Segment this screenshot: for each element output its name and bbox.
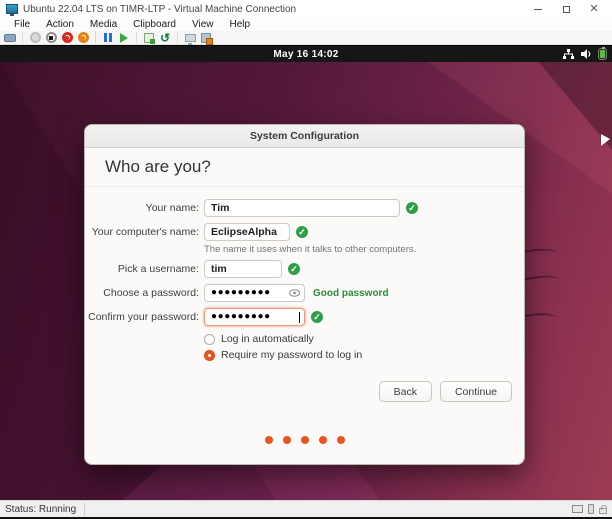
minimize-icon — [534, 8, 542, 10]
start-icon[interactable] — [29, 32, 41, 44]
page-dot — [300, 436, 309, 444]
require-password-label: Require my password to log in — [221, 349, 363, 361]
confirm-password-row: Confirm your password: ●●●●●●●●● ✓ — [85, 308, 524, 326]
login-options: Log in automatically Require my password… — [85, 333, 524, 361]
resume-icon[interactable] — [118, 32, 130, 44]
usb-icon — [588, 504, 594, 514]
login-automatic-label: Log in automatically — [221, 333, 314, 345]
save-state-icon[interactable] — [77, 32, 89, 44]
password-label: Choose a password: — [103, 287, 199, 299]
close-button[interactable]: ✕ — [580, 1, 608, 17]
display-icon — [572, 505, 583, 513]
window-title: Ubuntu 22.04 LTS on TIMR-LTP - Virtual M… — [23, 3, 297, 15]
computer-name-label: Your computer's name: — [91, 226, 199, 238]
menu-file[interactable]: File — [6, 19, 38, 30]
dialog-title: System Configuration — [249, 130, 360, 142]
name-input[interactable] — [204, 199, 400, 217]
password-row: Choose a password: ●●●●●●●●● Good passwo… — [85, 284, 524, 302]
username-input[interactable] — [204, 260, 282, 278]
vm-connection-icon — [6, 4, 18, 16]
require-password-option[interactable]: Require my password to log in — [204, 349, 524, 361]
password-strength-label: Good password — [313, 287, 389, 299]
ctrl-alt-del-icon[interactable] — [4, 32, 16, 44]
vm-screen: May 16 14:02 System Configuration Who ar… — [0, 45, 612, 500]
ubuntu-top-bar: May 16 14:02 — [0, 46, 612, 62]
system-configuration-dialog: System Configuration Who are you? Your n… — [84, 124, 525, 465]
menu-view[interactable]: View — [184, 19, 222, 30]
lock-icon — [599, 504, 607, 514]
text-caret — [299, 311, 300, 323]
maximize-icon — [562, 5, 570, 13]
status-separator — [84, 502, 86, 516]
valid-check-icon: ✓ — [311, 311, 323, 323]
toolbar-separator — [136, 32, 137, 43]
window-titlebar: Ubuntu 22.04 LTS on TIMR-LTP - Virtual M… — [0, 0, 612, 18]
confirm-password-dots: ●●●●●●●●● — [211, 312, 271, 322]
page-title: Who are you? — [105, 157, 211, 176]
valid-check-icon: ✓ — [296, 226, 308, 238]
username-label: Pick a username: — [117, 263, 199, 275]
valid-check-icon: ✓ — [406, 202, 418, 214]
password-dots: ●●●●●●●●● — [211, 288, 271, 298]
menu-help[interactable]: Help — [221, 19, 258, 30]
dialog-header: Who are you? — [85, 148, 524, 187]
status-text: Status: Running — [5, 503, 77, 515]
toolbar-separator — [22, 32, 23, 43]
name-row: Your name: ✓ — [85, 199, 524, 217]
toolbar: ↺ — [0, 31, 612, 45]
radio-unselected-icon[interactable] — [204, 333, 215, 345]
dialog-body: Your name: ✓ Your computer's name: ✓ The… — [85, 187, 524, 444]
close-icon: ✕ — [589, 2, 599, 15]
volume-icon — [581, 49, 591, 59]
confirm-password-input[interactable]: ●●●●●●●●● — [204, 308, 305, 326]
menu-action[interactable]: Action — [38, 19, 82, 30]
checkpoint-icon[interactable] — [143, 32, 155, 44]
name-label: Your name: — [145, 202, 199, 214]
valid-check-icon: ✓ — [288, 263, 300, 275]
toolbar-separator — [177, 32, 178, 43]
turn-off-icon[interactable] — [45, 32, 57, 44]
computer-name-row: Your computer's name: ✓ — [85, 223, 524, 241]
revert-icon[interactable]: ↺ — [159, 32, 171, 44]
continue-button[interactable]: Continue — [439, 381, 512, 402]
confirm-password-label: Confirm your password: — [88, 311, 199, 323]
pause-icon[interactable] — [102, 32, 114, 44]
settings-icon[interactable] — [200, 32, 212, 44]
back-button[interactable]: Back — [378, 381, 432, 402]
hyperv-window: Ubuntu 22.04 LTS on TIMR-LTP - Virtual M… — [0, 0, 612, 519]
mouse-cursor — [601, 134, 610, 146]
reveal-password-eye-icon[interactable] — [289, 289, 300, 297]
dialog-buttons: Back Continue — [85, 381, 524, 402]
page-dot — [264, 436, 273, 444]
battery-icon — [599, 47, 606, 59]
page-indicator — [85, 436, 524, 444]
computer-name-input[interactable] — [204, 223, 290, 241]
enhanced-session-icon[interactable] — [184, 32, 196, 44]
status-bar: Status: Running — [0, 500, 612, 517]
clock[interactable]: May 16 14:02 — [273, 49, 338, 60]
menu-bar: File Action Media Clipboard View Help — [0, 18, 612, 31]
shut-down-icon[interactable] — [61, 32, 73, 44]
dialog-titlebar[interactable]: System Configuration — [85, 125, 524, 148]
system-tray[interactable] — [563, 46, 606, 62]
maximize-button[interactable] — [552, 1, 580, 17]
password-input[interactable]: ●●●●●●●●● — [204, 284, 305, 302]
toolbar-separator — [95, 32, 96, 43]
login-automatic-option[interactable]: Log in automatically — [204, 333, 524, 345]
network-icon — [563, 49, 574, 59]
ubuntu-desktop: System Configuration Who are you? Your n… — [0, 62, 612, 500]
page-dot — [318, 436, 327, 444]
radio-selected-icon[interactable] — [204, 349, 215, 361]
computer-name-hint: The name it uses when it talks to other … — [204, 244, 417, 255]
page-dot — [282, 436, 291, 444]
page-dot — [336, 436, 345, 444]
menu-media[interactable]: Media — [82, 19, 125, 30]
menu-clipboard[interactable]: Clipboard — [125, 19, 184, 30]
username-row: Pick a username: ✓ — [85, 260, 524, 278]
minimize-button[interactable] — [524, 1, 552, 17]
